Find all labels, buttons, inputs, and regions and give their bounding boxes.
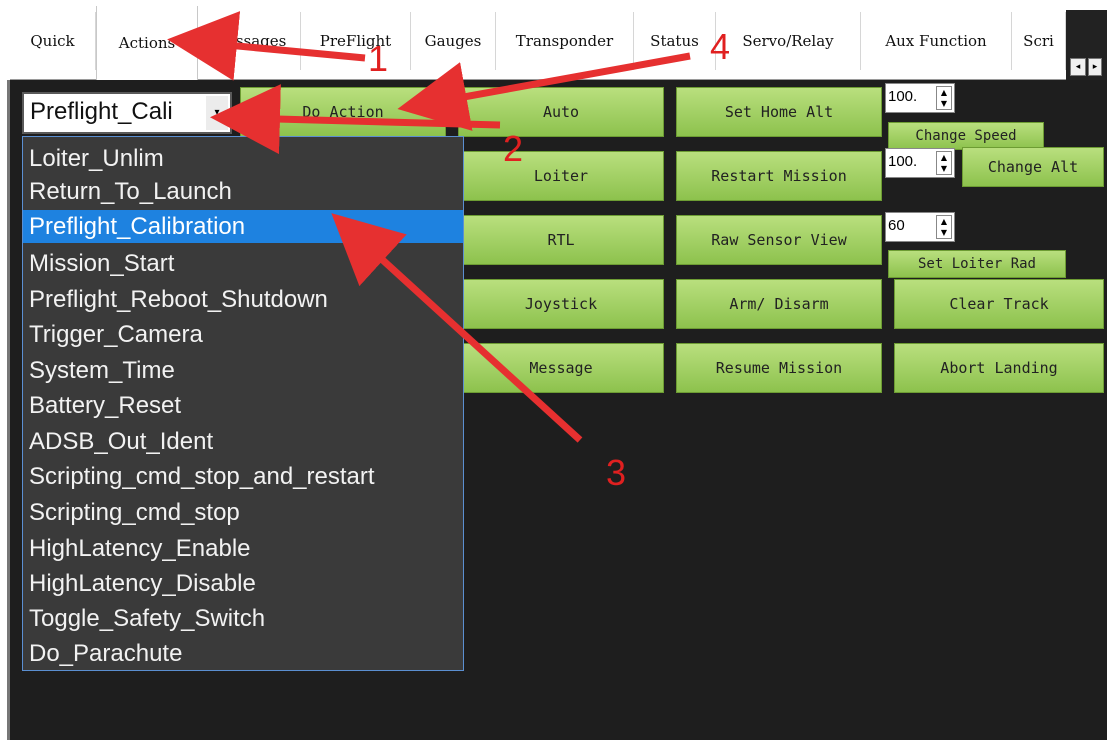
auto-button[interactable]: Auto [458, 87, 664, 137]
list-item[interactable]: Return_To_Launch [23, 175, 463, 208]
resume-mission-button[interactable]: Resume Mission [676, 343, 882, 393]
tab-scripting[interactable]: Scri [1012, 12, 1066, 70]
action-dropdown-list: Loiter_Unlim Return_To_Launch Preflight_… [22, 136, 464, 671]
alt-value: 100. [888, 153, 918, 170]
list-item[interactable]: Battery_Reset [23, 389, 463, 422]
clear-track-button[interactable]: Clear Track [894, 279, 1104, 329]
list-item[interactable]: HighLatency_Disable [23, 567, 463, 600]
list-item[interactable]: Toggle_Safety_Switch [23, 602, 463, 635]
tab-aux-function[interactable]: Aux Function [861, 12, 1012, 70]
tab-actions[interactable]: Actions [96, 6, 198, 80]
arm-disarm-button[interactable]: Arm/ Disarm [676, 279, 882, 329]
list-item[interactable]: ADSB_Out_Ident [23, 425, 463, 458]
dropdown-arrow-icon[interactable]: ▾ [206, 96, 228, 130]
tab-preflight[interactable]: PreFlight [301, 12, 411, 70]
tab-transponder[interactable]: Transponder [496, 12, 634, 70]
tab-scroll-right-icon[interactable]: ▸ [1088, 58, 1102, 76]
rtl-button[interactable]: RTL [458, 215, 664, 265]
raw-sensor-view-button[interactable]: Raw Sensor View [676, 215, 882, 265]
speed-value: 100. [888, 88, 918, 105]
tab-gauges[interactable]: Gauges [411, 12, 496, 70]
list-item-selected[interactable]: Preflight_Calibration [23, 210, 463, 243]
tab-quick[interactable]: Quick [10, 12, 96, 70]
action-combo-value: Preflight_Cali [30, 98, 173, 125]
loiter-rad-value: 60 [888, 217, 905, 234]
list-item[interactable]: Loiter_Unlim [23, 142, 463, 175]
tab-status[interactable]: Status [634, 12, 716, 70]
change-alt-button[interactable]: Change Alt [962, 147, 1104, 187]
tab-servo-relay[interactable]: Servo/Relay [716, 12, 861, 70]
tab-bar: Quick Actions Messages PreFlight Gauges … [10, 0, 1107, 80]
updown-arrows-icon[interactable]: ▲ ▼ [936, 151, 952, 175]
set-home-alt-button[interactable]: Set Home Alt [676, 87, 882, 137]
annotation-2: 2 [503, 128, 524, 169]
annotation-3: 3 [606, 452, 627, 493]
list-item[interactable]: System_Time [23, 354, 463, 387]
updown-arrows-icon[interactable]: ▲ ▼ [936, 215, 952, 239]
list-item[interactable]: Scripting_cmd_stop_and_restart [23, 460, 463, 493]
list-item[interactable]: Preflight_Reboot_Shutdown [23, 283, 463, 316]
restart-mission-button[interactable]: Restart Mission [676, 151, 882, 201]
tab-scroll-area: ◂ ▸ [1066, 10, 1107, 80]
tab-scroll-left-icon[interactable]: ◂ [1070, 58, 1086, 76]
annotation-4: 4 [710, 26, 731, 67]
message-button[interactable]: Message [458, 343, 664, 393]
list-item[interactable]: Do_Parachute [23, 637, 463, 670]
loiter-rad-spinner[interactable]: 60 ▲ ▼ [885, 212, 955, 242]
abort-landing-button[interactable]: Abort Landing [894, 343, 1104, 393]
set-loiter-rad-button[interactable]: Set Loiter Rad [888, 250, 1066, 278]
speed-spinner[interactable]: 100. ▲ ▼ [885, 83, 955, 113]
tab-messages[interactable]: Messages [198, 12, 301, 70]
list-item[interactable]: Trigger_Camera [23, 318, 463, 351]
updown-arrows-icon[interactable]: ▲ ▼ [936, 86, 952, 110]
loiter-button[interactable]: Loiter [458, 151, 664, 201]
list-item[interactable]: Scripting_cmd_stop [23, 496, 463, 529]
list-item[interactable]: Mission_Start [23, 247, 463, 280]
annotation-1: 1 [368, 38, 389, 79]
action-combo[interactable]: Preflight_Cali ▾ [22, 92, 232, 134]
change-speed-button[interactable]: Change Speed [888, 122, 1044, 150]
joystick-button[interactable]: Joystick [458, 279, 664, 329]
list-item[interactable]: HighLatency_Enable [23, 532, 463, 565]
do-action-button[interactable]: Do Action [240, 87, 446, 137]
left-border [0, 0, 10, 740]
alt-spinner[interactable]: 100. ▲ ▼ [885, 148, 955, 178]
